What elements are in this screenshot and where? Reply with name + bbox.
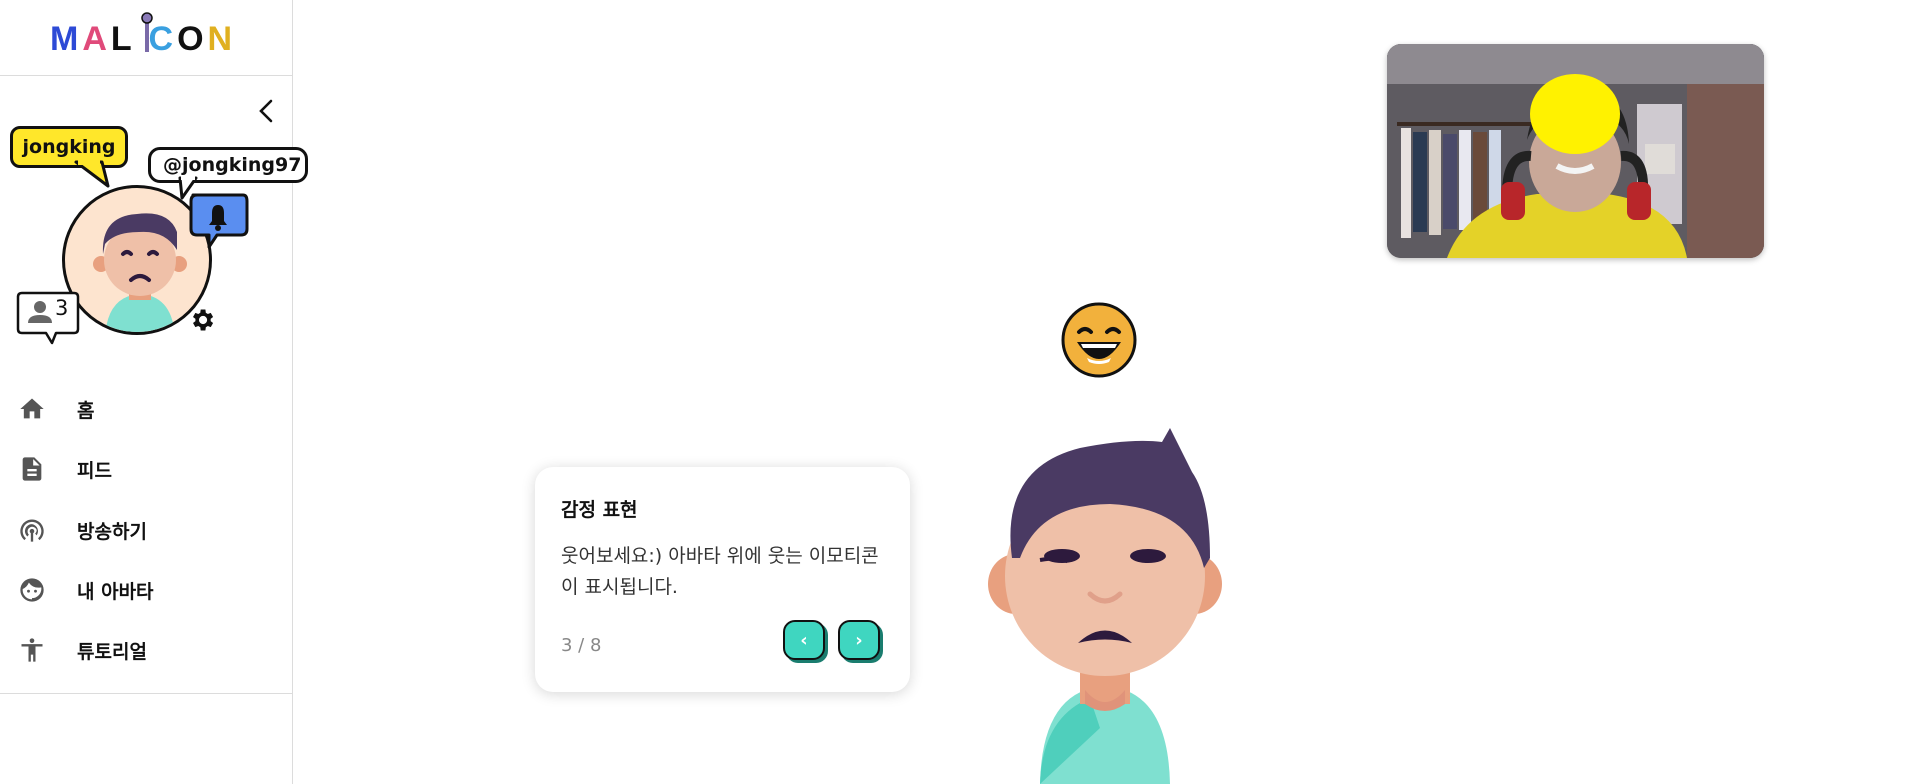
main-avatar-illustration xyxy=(988,428,1222,784)
tutorial-next-button[interactable]: › xyxy=(838,620,880,660)
sidebar-item-label: 내 아바타 xyxy=(77,581,154,603)
svg-text:MAL CON: MAL CON xyxy=(50,20,236,58)
sidebar-item-label: 방송하기 xyxy=(77,521,147,543)
tutorial-body: 웃어보세요:) 아바타 위에 웃는 이모티콘이 표시됩니다. xyxy=(561,545,879,598)
sidebar: MAL CON jongking @jongking97 3 홈 피드 방송하기… xyxy=(0,0,308,784)
feed-icon xyxy=(22,457,42,481)
notification-bell-icon[interactable] xyxy=(187,191,249,249)
webcam-video-frame xyxy=(1387,44,1764,258)
sidebar-item-broadcast[interactable]: 방송하기 xyxy=(0,506,292,554)
profile-handle-bubble: @jongking97 xyxy=(148,147,308,183)
tutorial-page-indicator: 3 / 8 xyxy=(561,635,602,656)
collapse-sidebar-chevron-icon[interactable] xyxy=(252,96,282,126)
follower-count-bubble[interactable] xyxy=(16,291,80,345)
logo-divider xyxy=(0,75,292,76)
nav-divider xyxy=(0,693,292,694)
profile-handle: @jongking97 xyxy=(163,154,302,176)
sidebar-item-feed[interactable]: 피드 xyxy=(0,445,292,493)
broadcast-icon xyxy=(20,519,44,542)
tutorial-card: 감정 표현 웃어보세요:) 아바타 위에 웃는 이모티콘이 표시됩니다. 3 /… xyxy=(535,467,910,692)
sidebar-item-tutorial[interactable]: 튜토리얼 xyxy=(0,626,292,674)
sidebar-item-label: 튜토리얼 xyxy=(77,641,147,663)
malicon-logo[interactable]: MAL CON xyxy=(50,6,236,58)
sidebar-item-my-avatar[interactable]: 내 아바타 xyxy=(0,566,292,614)
avatar-face-icon xyxy=(20,578,44,602)
webcam-preview xyxy=(1387,44,1764,258)
smiling-emoji-icon xyxy=(1061,302,1137,378)
accessibility-icon xyxy=(21,638,43,662)
chevron-right-icon: › xyxy=(855,629,863,651)
tutorial-title: 감정 표현 xyxy=(561,499,638,521)
profile-name: jongking xyxy=(22,136,116,158)
sidebar-item-label: 홈 xyxy=(77,400,95,422)
tutorial-prev-button[interactable]: ‹ xyxy=(783,620,825,660)
chevron-left-icon: ‹ xyxy=(800,629,808,651)
name-bubble-tail xyxy=(74,160,110,188)
home-icon xyxy=(20,398,44,419)
sidebar-item-home[interactable]: 홈 xyxy=(0,385,292,433)
sidebar-item-label: 피드 xyxy=(77,460,112,482)
settings-gear-icon[interactable] xyxy=(188,306,216,334)
follower-count: 3 xyxy=(55,296,69,320)
